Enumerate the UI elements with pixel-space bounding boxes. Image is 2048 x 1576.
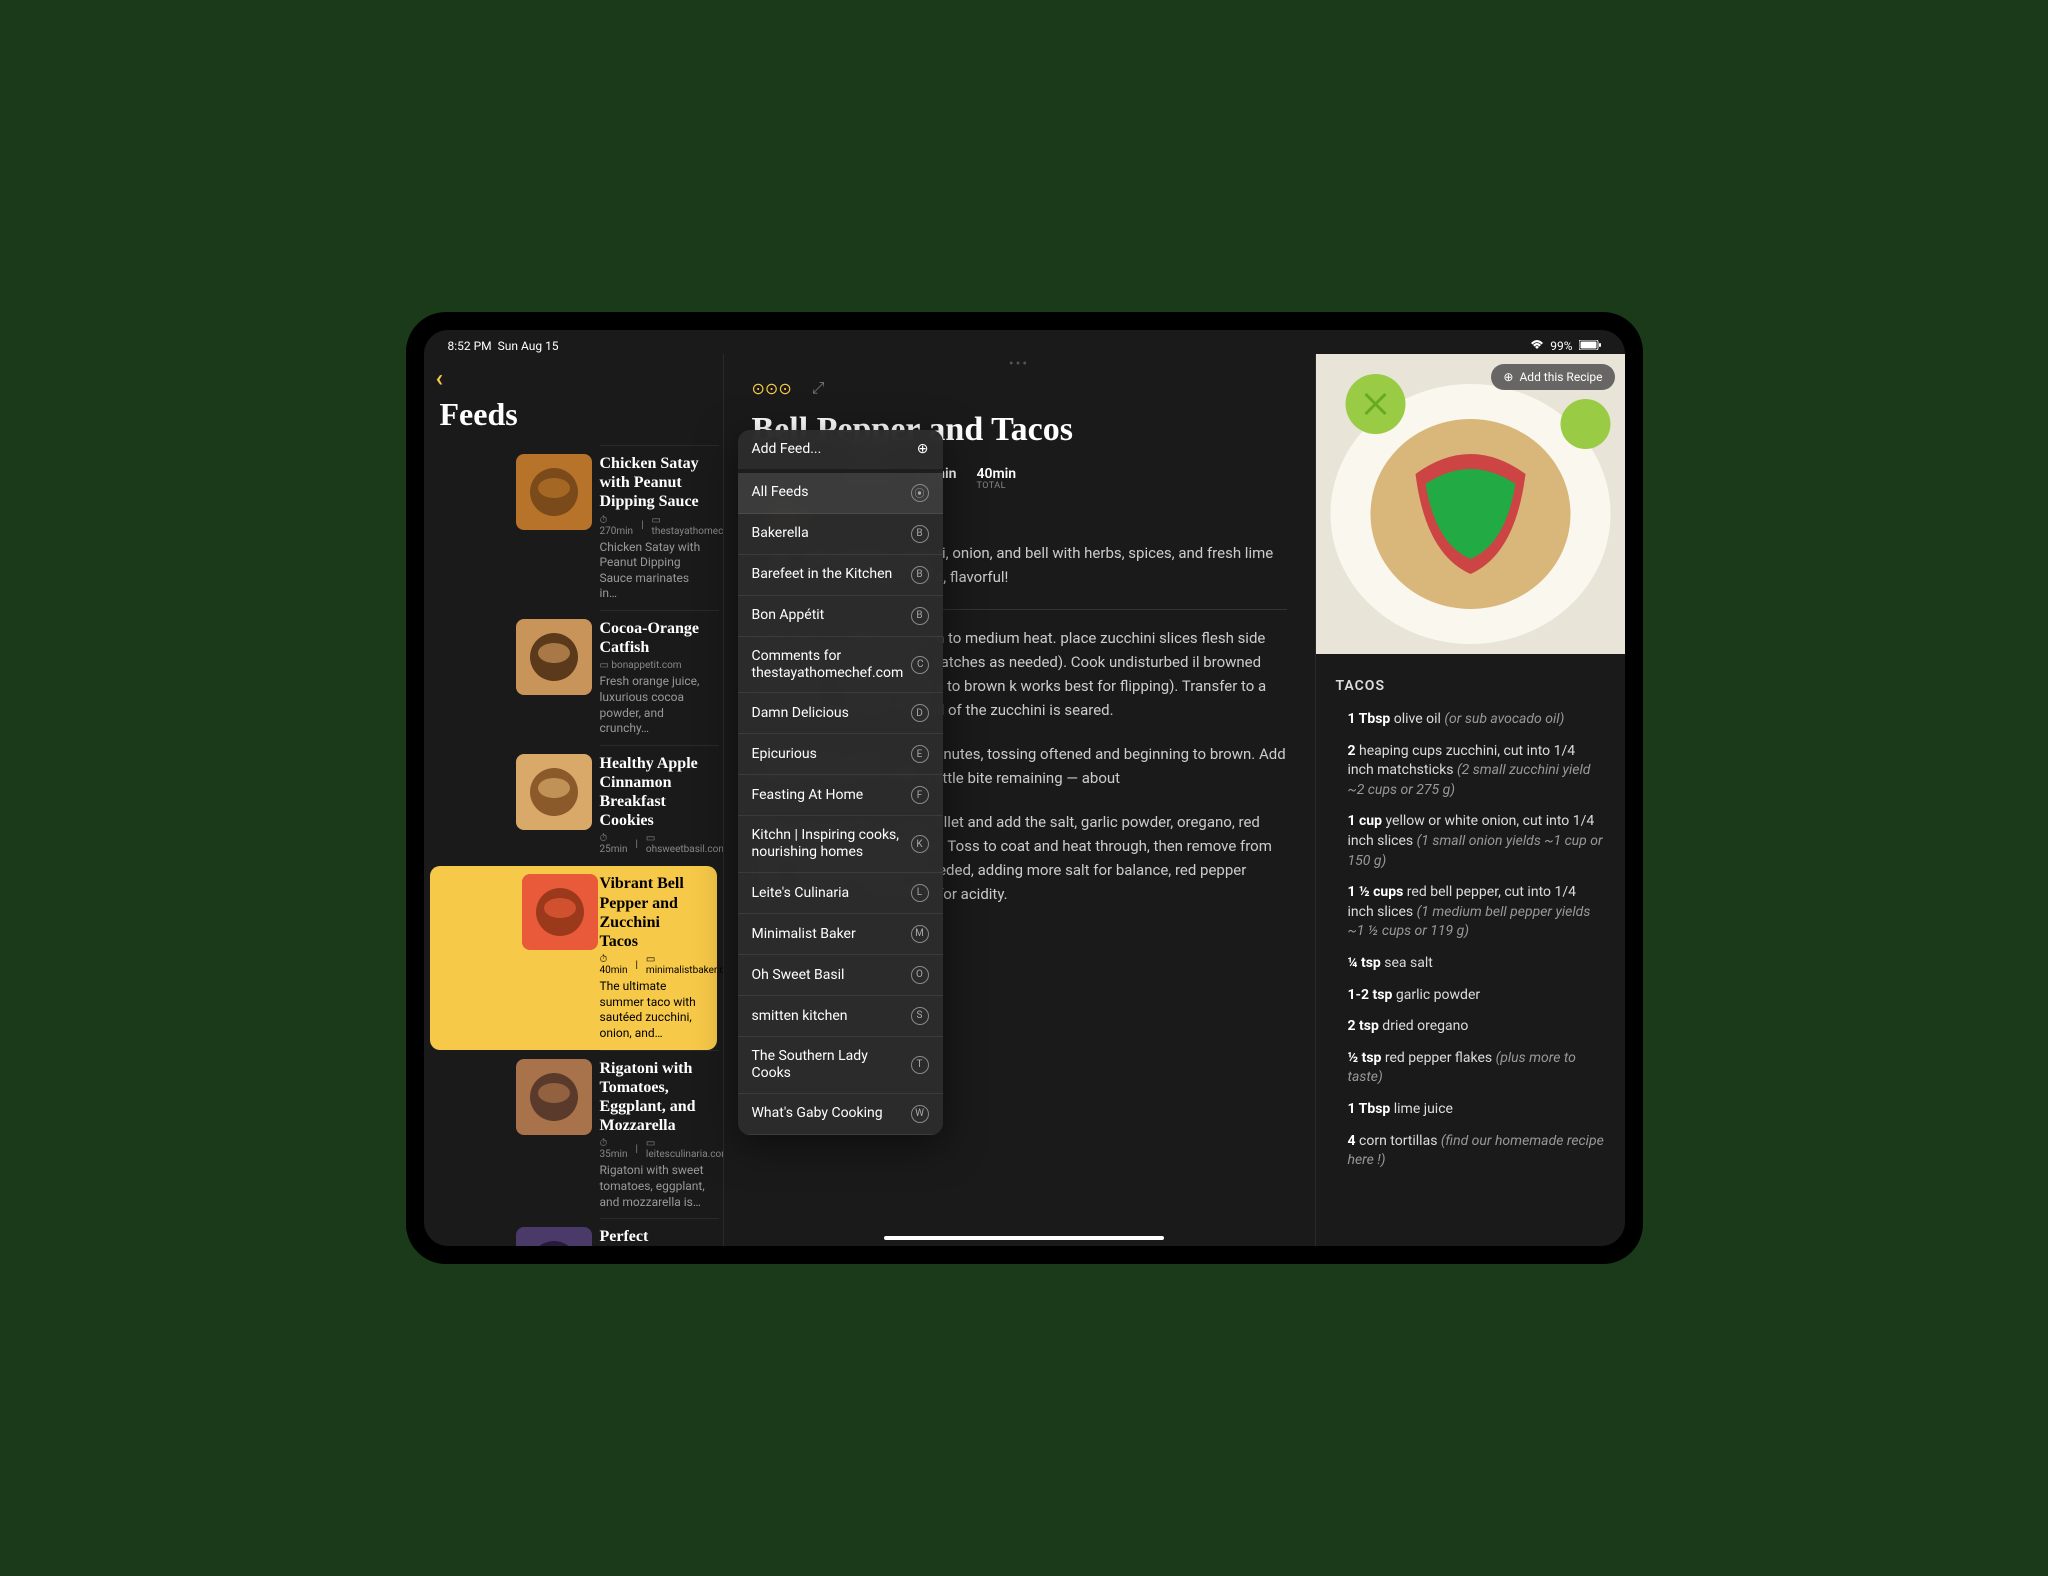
- dropdown-item[interactable]: Feasting At HomeF: [738, 775, 943, 816]
- ingredients-section-title: TACOS: [1336, 678, 1605, 694]
- ingredient-item: 1-2 tsp garlic powder: [1336, 986, 1605, 1006]
- feed-badge-icon: B: [911, 525, 929, 543]
- feeds-dropdown[interactable]: Add Feed... ⊕ All Feeds⦿BakerellaBBarefe…: [738, 430, 943, 1135]
- dropdown-item[interactable]: Comments for thestayathomechef.comC: [738, 637, 943, 694]
- feed-item-title: Chicken Satay with Peanut Dipping Sauce: [600, 454, 707, 512]
- feed-item[interactable]: Rigatoni with Tomatoes, Eggplant, and Mo…: [424, 1050, 723, 1219]
- ingredient-item: 2 heaping cups zucchini, cut into 1/4 in…: [1336, 742, 1605, 801]
- feed-item-meta: ⏱ 25min| ▭ ohsweetbasil.com: [600, 833, 707, 855]
- feed-item[interactable]: Perfect Blueberry Pie ⏱ 120min| ▭ thesta…: [424, 1218, 723, 1246]
- wifi-icon: [1530, 339, 1544, 353]
- dropdown-item[interactable]: smitten kitchenS: [738, 996, 943, 1037]
- feed-item-meta: ⏱ 40min| ▭ minimalistbaker.com: [600, 954, 701, 976]
- plus-circle-icon: ⊕: [1503, 370, 1513, 384]
- plus-circle-icon: ⊕: [917, 441, 929, 457]
- status-time: 8:52 PM: [448, 339, 492, 353]
- ingredient-item: 1 Tbsp lime juice: [1336, 1100, 1605, 1120]
- status-bar: 8:52 PM Sun Aug 15 99%: [424, 334, 1625, 358]
- feed-item[interactable]: Vibrant Bell Pepper and Zucchini Tacos ⏱…: [430, 866, 717, 1049]
- ingredient-item: 4 corn tortillas (find our homemade reci…: [1336, 1132, 1605, 1171]
- feed-item-meta: ▭ bonappetit.com: [600, 660, 707, 671]
- dropdown-item[interactable]: Leite's CulinariaL: [738, 873, 943, 914]
- feed-badge-icon: K: [911, 835, 929, 853]
- add-feed-item[interactable]: Add Feed... ⊕: [738, 430, 943, 473]
- feed-badge-icon: M: [911, 925, 929, 943]
- feed-list[interactable]: Chicken Satay with Peanut Dipping Sauce …: [424, 445, 723, 1246]
- feed-badge-icon: B: [911, 607, 929, 625]
- dropdown-item[interactable]: Bon AppétitB: [738, 596, 943, 637]
- feed-badge-icon: E: [911, 745, 929, 763]
- feed-badge-icon: C: [911, 656, 929, 674]
- feeds-title: Feeds: [424, 396, 723, 445]
- ingredient-item: 1 Tbsp olive oil (or sub avocado oil): [1336, 710, 1605, 730]
- recipe-panel: ⊕ Add this Recipe TACOS 1 Tbsp olive oil…: [1315, 354, 1625, 1246]
- dropdown-item[interactable]: Minimalist BakerM: [738, 914, 943, 955]
- feed-thumbnail: [516, 454, 592, 530]
- feed-badge-icon: L: [911, 884, 929, 902]
- feed-badge-icon: F: [911, 786, 929, 804]
- recipe-hero-image: ⊕ Add this Recipe: [1316, 354, 1625, 654]
- ingredient-item: ½ tsp red pepper flakes (plus more to ta…: [1336, 1049, 1605, 1088]
- feed-thumbnail: [522, 874, 598, 950]
- feed-item[interactable]: Healthy Apple Cinnamon Breakfast Cookies…: [424, 745, 723, 867]
- dropdown-item[interactable]: The Southern Lady CooksT: [738, 1037, 943, 1094]
- feed-item-title: Healthy Apple Cinnamon Breakfast Cookies: [600, 754, 707, 831]
- expand-icon[interactable]: ⤢: [812, 378, 825, 398]
- feed-badge-icon: ⦿: [911, 484, 929, 502]
- feed-item-title: Perfect Blueberry Pie: [600, 1227, 707, 1246]
- feed-thumbnail: [516, 1227, 592, 1246]
- feed-badge-icon: O: [911, 966, 929, 984]
- dropdown-item[interactable]: Damn DeliciousD: [738, 693, 943, 734]
- back-button[interactable]: ‹: [436, 364, 444, 392]
- feed-badge-icon: T: [911, 1056, 929, 1074]
- drag-handle-icon[interactable]: •••: [1009, 356, 1029, 372]
- dropdown-item[interactable]: EpicuriousE: [738, 734, 943, 775]
- feed-item-title: Vibrant Bell Pepper and Zucchini Tacos: [600, 874, 701, 951]
- dropdown-item[interactable]: BakerellaB: [738, 514, 943, 555]
- dropdown-item[interactable]: Oh Sweet BasilO: [738, 955, 943, 996]
- feed-item-title: Cocoa-Orange Catfish: [600, 619, 707, 657]
- feed-thumbnail: [516, 1059, 592, 1135]
- feed-item[interactable]: Chicken Satay with Peanut Dipping Sauce …: [424, 445, 723, 610]
- battery-percent: 99%: [1550, 339, 1572, 353]
- feed-thumbnail: [516, 619, 592, 695]
- battery-icon: [1579, 339, 1601, 353]
- feed-item[interactable]: Cocoa-Orange Catfish ▭ bonappetit.com Fr…: [424, 610, 723, 745]
- feed-item-meta: ⏱ 270min| ▭ thestayathomechef.c…: [600, 515, 707, 537]
- more-options-button[interactable]: ⊙⊙⊙: [752, 379, 792, 398]
- feed-item-title: Rigatoni with Tomatoes, Eggplant, and Mo…: [600, 1059, 707, 1136]
- dropdown-item[interactable]: What's Gaby CookingW: [738, 1094, 943, 1135]
- feed-badge-icon: D: [911, 704, 929, 722]
- status-date: Sun Aug 15: [498, 339, 559, 353]
- feed-badge-icon: S: [911, 1007, 929, 1025]
- feed-item-desc: Chicken Satay with Peanut Dipping Sauce …: [600, 540, 707, 602]
- feed-badge-icon: W: [911, 1105, 929, 1123]
- feed-item-desc: Rigatoni with sweet tomatoes, eggplant, …: [600, 1163, 707, 1210]
- feed-item-desc: Fresh orange juice, luxurious cocoa powd…: [600, 674, 707, 736]
- sidebar: ‹ Feeds Chicken Satay with Peanut Dippin…: [424, 354, 724, 1246]
- add-recipe-button[interactable]: ⊕ Add this Recipe: [1491, 364, 1614, 390]
- ingredients-list: TACOS 1 Tbsp olive oil (or sub avocado o…: [1316, 654, 1625, 1207]
- dropdown-item[interactable]: Barefeet in the KitchenB: [738, 555, 943, 596]
- ingredient-item: 2 tsp dried oregano: [1336, 1017, 1605, 1037]
- ingredient-item: 1 ½ cups red bell pepper, cut into 1/4 i…: [1336, 883, 1605, 942]
- home-indicator[interactable]: [884, 1236, 1164, 1240]
- ingredient-item: ¼ tsp sea salt: [1336, 954, 1605, 974]
- dropdown-item[interactable]: All Feeds⦿: [738, 473, 943, 514]
- dropdown-item[interactable]: Kitchn | Inspiring cooks, nourishing hom…: [738, 816, 943, 873]
- feed-item-meta: ⏱ 35min| ▭ leitesculinaria.com: [600, 1138, 707, 1160]
- ingredient-item: 1 cup yellow or white onion, cut into 1/…: [1336, 812, 1605, 871]
- feed-thumbnail: [516, 754, 592, 830]
- feed-badge-icon: B: [911, 566, 929, 584]
- feed-item-desc: The ultimate summer taco with sautéed zu…: [600, 979, 701, 1041]
